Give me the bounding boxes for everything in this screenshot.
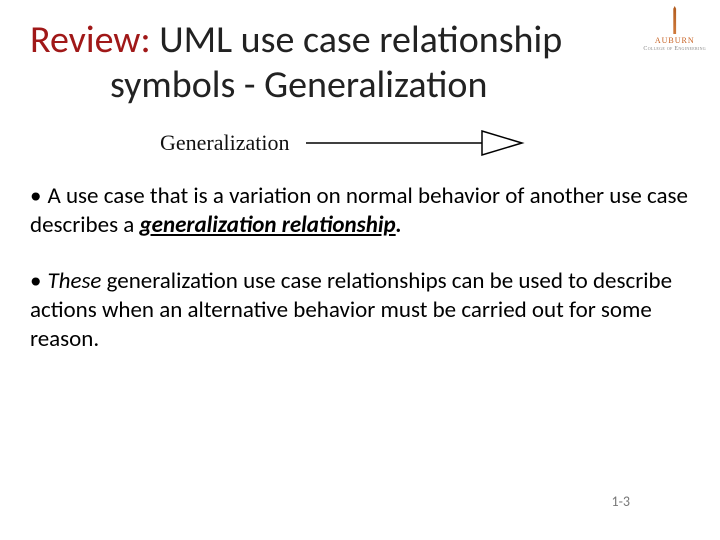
bullet-2-rest: generalization use case relationships ca… <box>30 267 672 354</box>
bullet-1-emph: generalization relationship <box>140 211 396 239</box>
diagram-label: Generalization <box>160 130 290 156</box>
bullet-1-post: . <box>396 211 402 239</box>
auburn-logo: AUBURN College of Engineering <box>643 6 706 52</box>
generalization-diagram: Generalization <box>160 126 690 160</box>
bullet-2: •These generalization use case relations… <box>30 267 690 355</box>
bullet-marker: • <box>30 267 41 295</box>
title-line2: symbols - Generalization <box>30 63 690 108</box>
generalization-arrow-icon <box>306 126 526 160</box>
slide-title: Review: UML use case relationship symbol… <box>30 18 690 108</box>
logo-subtext: College of Engineering <box>643 46 706 52</box>
logo-text: AUBURN <box>643 36 706 45</box>
tower-icon <box>668 6 682 34</box>
bullet-1: •A use case that is a variation on norma… <box>30 182 690 241</box>
page-number: 1-3 <box>612 493 630 510</box>
bullet-list: •A use case that is a variation on norma… <box>30 182 690 355</box>
title-review-word: Review: <box>30 17 151 63</box>
bullet-marker: • <box>30 182 41 210</box>
bullet-2-lead: These <box>47 267 101 295</box>
slide: AUBURN College of Engineering Review: UM… <box>0 0 720 540</box>
title-rest-line1: UML use case relationship <box>151 17 563 63</box>
